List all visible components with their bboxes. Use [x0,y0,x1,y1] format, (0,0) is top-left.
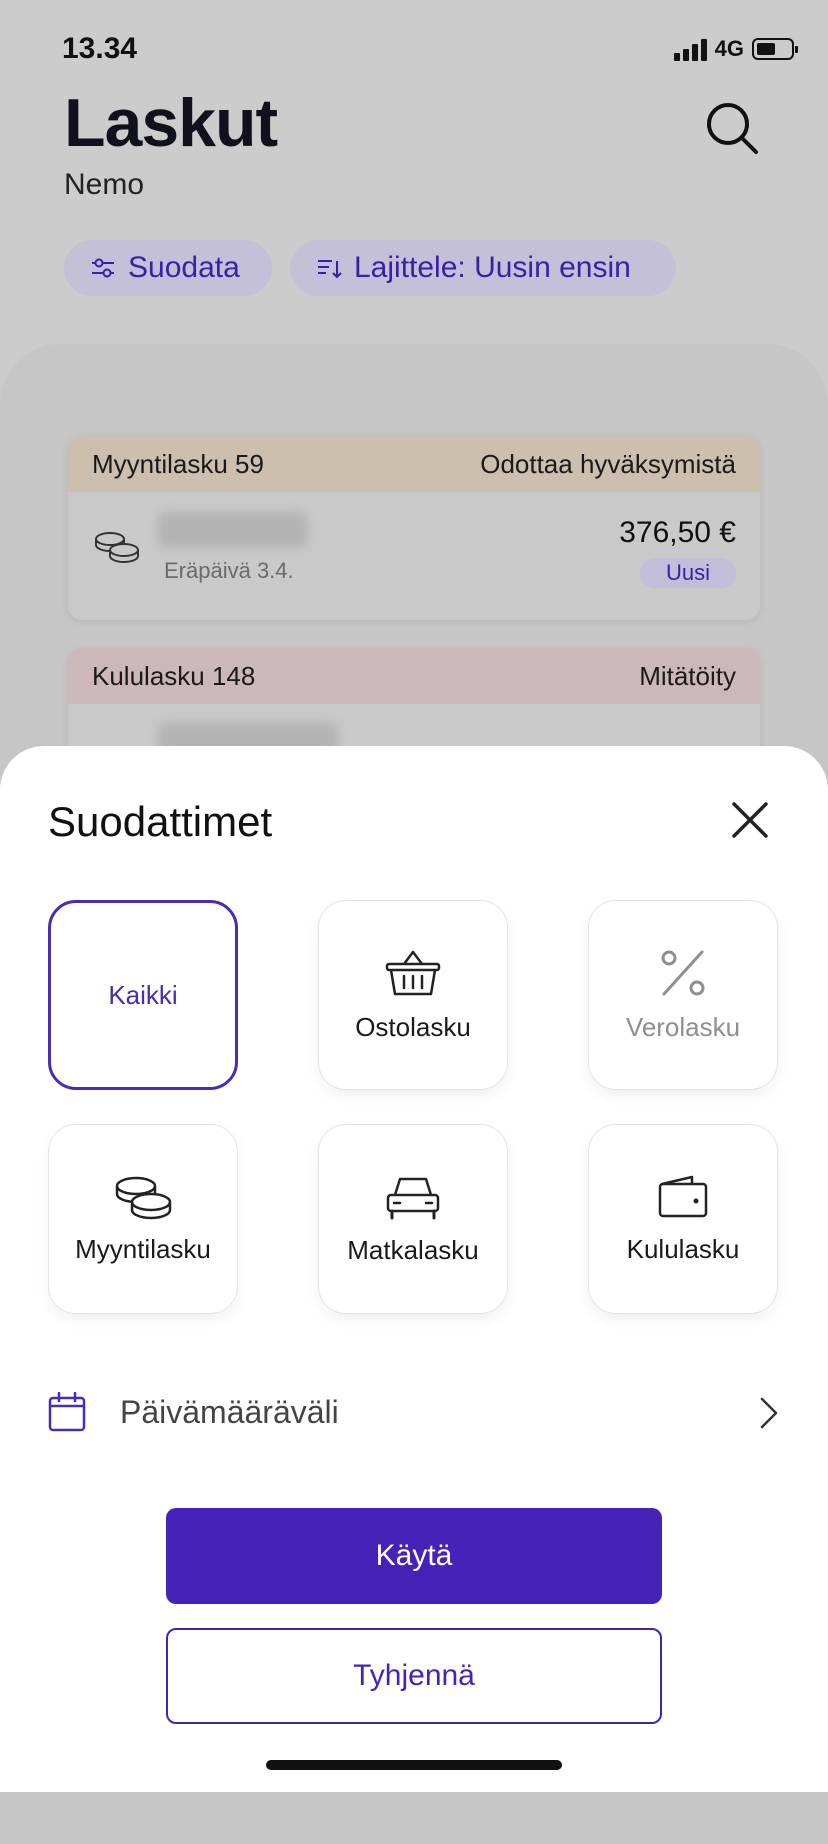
filter-tile-sales[interactable]: Myyntilasku [48,1124,238,1314]
invoice-type: Myyntilasku 59 [92,448,264,479]
filter-tile-travel[interactable]: Matkalasku [318,1124,508,1314]
close-icon [732,802,768,838]
filter-tile-label: Myyntilasku [75,1233,211,1264]
filter-chip[interactable]: Suodata [64,240,272,296]
status-time: 13.34 [62,32,138,65]
chevron-right-icon [760,1397,778,1429]
filter-sheet: Suodattimet Kaikki Ostolasku Verolasku M… [0,746,828,1792]
filter-tile-tax[interactable]: Verolasku [588,900,778,1090]
customer-name-redacted [158,512,308,548]
sliders-icon [92,258,114,278]
basket-icon [385,950,441,995]
page-title: Laskut [64,85,278,161]
status-badge: Uusi [640,558,736,588]
sort-chip-label: Lajittele: Uusin ensin [354,251,631,284]
sheet-title: Suodattimet [48,798,273,845]
search-icon [707,103,758,154]
clear-button[interactable]: Tyhjennä [166,1628,662,1724]
status-icons: 4G [673,36,798,62]
invoice-status: Odottaa hyväksymistä [480,448,736,479]
invoice-card[interactable]: Myyntilasku 59 Odottaa hyväksymistä Eräp… [68,436,760,620]
invoice-card-header: Myyntilasku 59 Odottaa hyväksymistä [68,436,760,492]
invoice-card-body: Eräpäivä 3.4. 376,50 € Uusi [68,492,760,620]
wallet-icon [658,1175,708,1217]
filter-tile-purchase[interactable]: Ostolasku [318,900,508,1090]
filter-tile-label: Kaikki [108,979,178,1010]
filter-tile-label: Kululasku [626,1233,740,1264]
percent-icon [661,950,705,995]
invoice-status: Mitätöity [639,660,736,691]
calendar-icon [48,1392,86,1432]
filter-tile-label: Ostolasku [355,1011,471,1042]
sort-chip[interactable]: Lajittele: Uusin ensin [290,240,676,296]
date-range-label: Päivämääräväli [120,1393,339,1430]
filter-tile-expense[interactable]: Kululasku [588,1124,778,1314]
search-button[interactable] [700,96,764,160]
invoice-card-header: Kululasku 148 Mitätöity [68,648,760,704]
home-indicator [266,1760,562,1770]
filter-tile-label: Matkalasku [347,1234,479,1265]
filter-chip-label: Suodata [128,251,240,284]
battery-icon [752,38,798,60]
coins-icon [115,1176,172,1219]
company-name: Nemo [64,168,145,201]
due-date: Eräpäivä 3.4. [164,558,294,583]
invoice-type: Kululasku 148 [92,660,256,691]
filter-tile-all[interactable]: Kaikki [48,900,238,1090]
close-button[interactable] [728,798,772,842]
coins-icon [95,532,139,563]
apply-button[interactable]: Käytä [166,1508,662,1604]
invoice-amount: 376,50 € [619,516,736,549]
car-icon [386,1177,440,1219]
filter-tile-label: Verolasku [625,1011,741,1042]
signal-icon [673,37,707,61]
date-range-row[interactable]: Päivämääräväli [48,1382,780,1442]
network-type: 4G [714,36,744,61]
sort-icon [318,260,342,279]
